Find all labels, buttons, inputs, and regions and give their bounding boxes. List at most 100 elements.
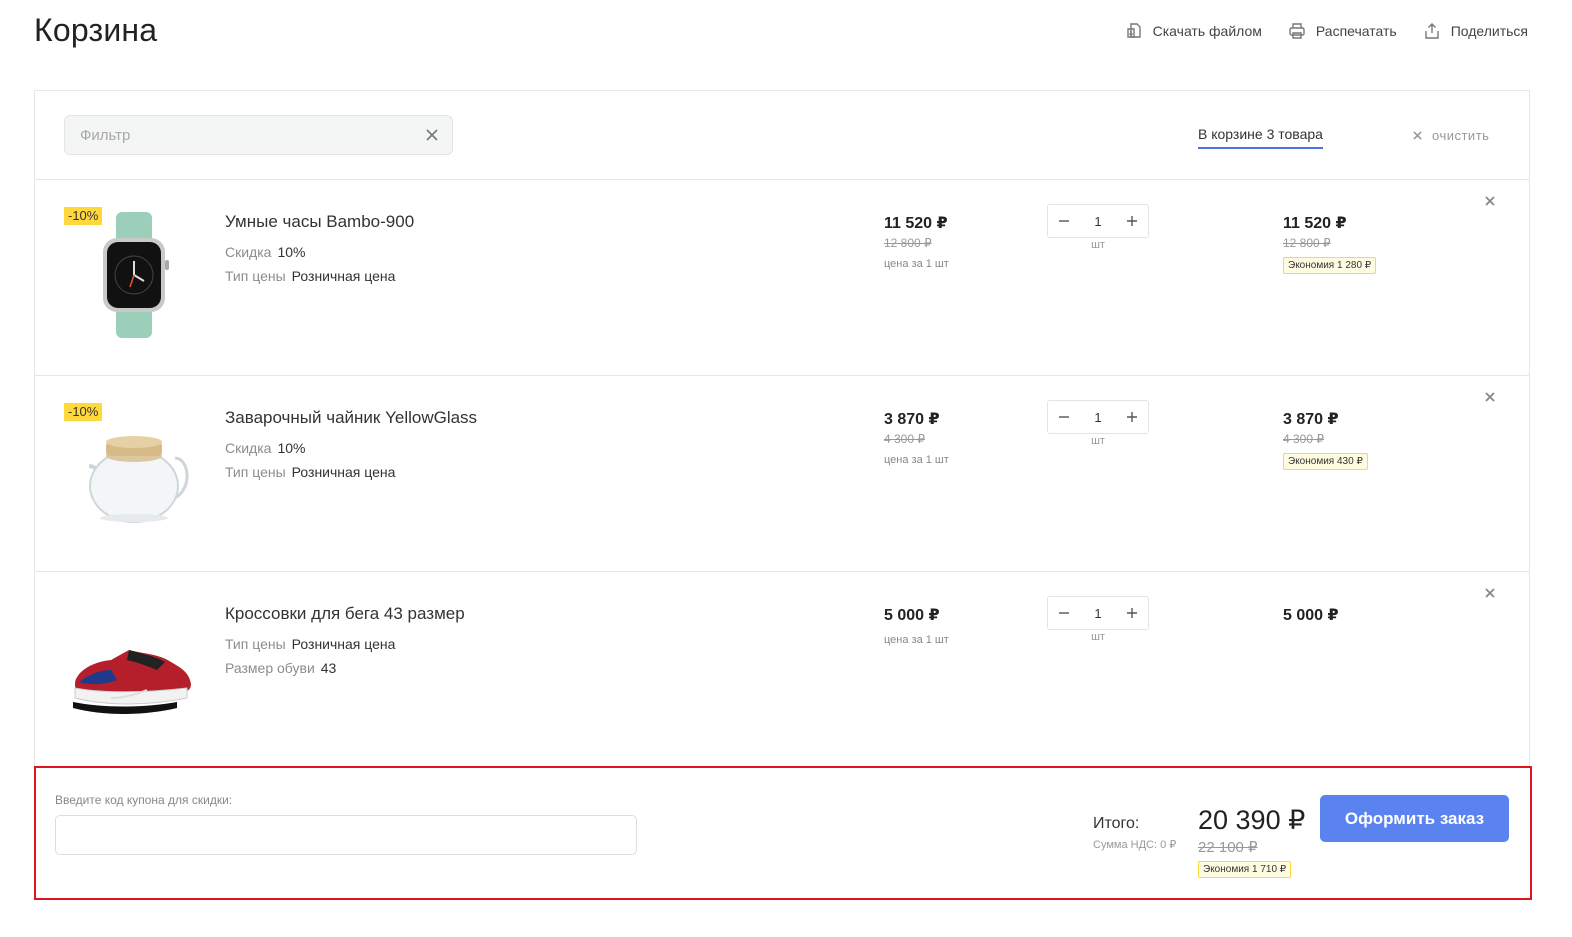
cart-panel: В корзине 3 товара очистить -10% Умные ч…	[34, 90, 1530, 766]
plus-icon	[1127, 216, 1137, 226]
product-image[interactable]	[71, 205, 197, 345]
item-total-old: 4 300 ₽	[1283, 432, 1324, 446]
product-name[interactable]: Умные часы Bambo-900	[225, 212, 414, 232]
prop-key: Тип цены	[225, 268, 286, 284]
product-image[interactable]	[71, 597, 197, 737]
close-icon	[426, 129, 438, 141]
total-label: Итого:	[1093, 815, 1140, 832]
order-summary: Введите код купона для скидки: Итого: Су…	[34, 766, 1532, 900]
product-name[interactable]: Кроссовки для бега 43 размер	[225, 604, 465, 624]
increase-quantity-button[interactable]	[1116, 597, 1148, 629]
quantity-stepper	[1047, 400, 1149, 434]
print-button[interactable]: Распечатать	[1288, 20, 1397, 42]
clear-cart-button[interactable]: очистить	[1413, 128, 1489, 143]
share-icon	[1424, 23, 1439, 39]
product-prop: Размер обуви 43	[225, 660, 336, 676]
sneakers-image	[73, 650, 191, 714]
decrease-quantity-button[interactable]	[1048, 401, 1080, 433]
quantity-input[interactable]	[1080, 597, 1116, 629]
download-file-label: Скачать файлом	[1152, 23, 1262, 39]
share-label: Поделиться	[1450, 23, 1528, 39]
print-label: Распечатать	[1315, 23, 1397, 39]
filter-clear-button[interactable]	[424, 127, 440, 143]
product-prop: Тип цены Розничная цена	[225, 636, 395, 652]
unit-price: 5 000 ₽	[884, 607, 940, 624]
download-file-icon	[1126, 23, 1141, 38]
coupon-input[interactable]	[55, 815, 637, 855]
prop-key: Тип цены	[225, 636, 286, 652]
share-button[interactable]: Поделиться	[1423, 20, 1528, 42]
product-prop: Тип цены Розничная цена	[225, 268, 395, 284]
prop-key: Тип цены	[225, 464, 286, 480]
close-icon	[1485, 392, 1495, 402]
price-unit-label: цена за 1 шт	[884, 258, 949, 270]
minus-icon	[1059, 612, 1069, 614]
remove-item-button[interactable]	[1485, 585, 1497, 598]
unit-price-old: 4 300 ₽	[884, 432, 925, 446]
remove-item-button[interactable]	[1485, 389, 1497, 402]
close-icon	[1485, 588, 1495, 598]
prop-key: Скидка	[225, 244, 272, 260]
product-prop: Тип цены Розничная цена	[225, 464, 395, 480]
saving-badge: Экономия 1 280 ₽	[1283, 257, 1377, 274]
page-title: Корзина	[34, 12, 158, 48]
prop-key: Размер обуви	[225, 660, 315, 676]
clear-cart-label: очистить	[1432, 128, 1490, 143]
prop-value: Розничная цена	[291, 268, 396, 284]
item-total: 5 000 ₽	[1283, 607, 1339, 624]
plus-icon	[1127, 412, 1137, 422]
price-unit-label: цена за 1 шт	[884, 634, 949, 646]
prop-value: Розничная цена	[291, 636, 396, 652]
quantity-unit: шт	[1091, 239, 1105, 251]
minus-icon	[1059, 220, 1069, 222]
prop-value: Розничная цена	[291, 464, 396, 480]
filter-input[interactable]	[65, 116, 395, 154]
filter-box	[64, 115, 453, 155]
close-icon	[1413, 131, 1422, 140]
cart-item: Кроссовки для бега 43 размер Тип цены Роз…	[35, 572, 1529, 766]
plus-icon	[1127, 608, 1137, 618]
item-total-old: 12 800 ₽	[1283, 236, 1331, 250]
cart-count[interactable]: В корзине 3 товара	[1198, 126, 1323, 149]
coupon-label: Введите код купона для скидки:	[55, 793, 233, 807]
total-value: 20 390 ₽	[1198, 805, 1306, 835]
cart-item: -10% Заварочный чайник YellowGlass Скидк…	[35, 376, 1529, 572]
total-old-value: 22 100 ₽	[1198, 839, 1258, 856]
prop-value: 10%	[277, 440, 306, 456]
product-prop: Скидка 10%	[225, 440, 305, 456]
total-saving-badge: Экономия 1 710 ₽	[1198, 861, 1292, 878]
product-name[interactable]: Заварочный чайник YellowGlass	[225, 408, 477, 428]
item-total: 3 870 ₽	[1283, 411, 1339, 428]
top-actions: Скачать файлом Распечатать Поделиться	[1125, 20, 1528, 42]
quantity-input[interactable]	[1080, 205, 1116, 237]
decrease-quantity-button[interactable]	[1048, 597, 1080, 629]
quantity-unit: шт	[1091, 631, 1105, 643]
prop-key: Скидка	[225, 440, 272, 456]
quantity-stepper	[1047, 204, 1149, 238]
prop-value: 43	[320, 660, 337, 676]
quantity-unit: шт	[1091, 435, 1105, 447]
close-icon	[1485, 196, 1495, 206]
quantity-stepper	[1047, 596, 1149, 630]
smartwatch-image	[103, 212, 169, 338]
increase-quantity-button[interactable]	[1116, 401, 1148, 433]
increase-quantity-button[interactable]	[1116, 205, 1148, 237]
checkout-button[interactable]: Оформить заказ	[1320, 795, 1509, 842]
remove-item-button[interactable]	[1485, 193, 1497, 206]
unit-price-old: 12 800 ₽	[884, 236, 932, 250]
minus-icon	[1059, 416, 1069, 418]
vat-label: Сумма НДС: 0 ₽	[1093, 839, 1177, 851]
unit-price: 3 870 ₽	[884, 411, 940, 428]
product-image[interactable]	[71, 401, 197, 541]
quantity-input[interactable]	[1080, 401, 1116, 433]
teapot-image	[88, 436, 189, 523]
cart-header: В корзине 3 товара очистить	[35, 91, 1529, 180]
price-unit-label: цена за 1 шт	[884, 454, 949, 466]
saving-badge: Экономия 430 ₽	[1283, 453, 1368, 470]
download-file-button[interactable]: Скачать файлом	[1125, 20, 1262, 42]
decrease-quantity-button[interactable]	[1048, 205, 1080, 237]
product-prop: Скидка 10%	[225, 244, 305, 260]
item-total: 11 520 ₽	[1283, 215, 1347, 232]
prop-value: 10%	[277, 244, 306, 260]
unit-price: 11 520 ₽	[884, 215, 948, 232]
